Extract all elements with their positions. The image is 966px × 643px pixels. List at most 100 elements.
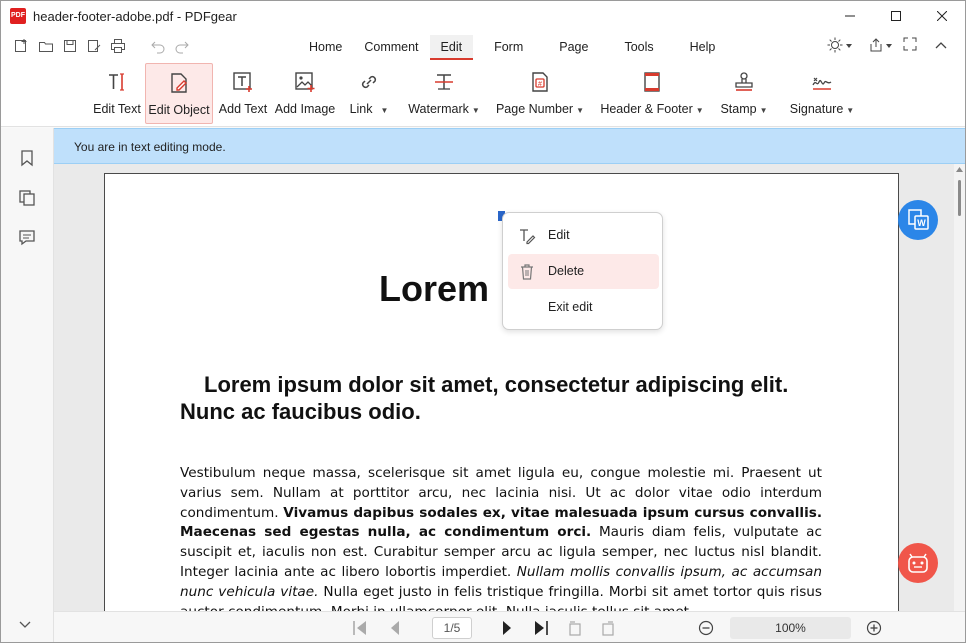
theme-chevron-icon[interactable] (846, 44, 852, 48)
page-number-label: Page Number (495, 102, 574, 116)
context-exit-edit-item[interactable]: Exit edit (508, 290, 659, 325)
tab-help[interactable]: Help (679, 35, 727, 60)
watermark-dropdown-icon: ▼ (471, 106, 480, 115)
signature-label-wrap: Signature ▼ (790, 102, 854, 116)
document-heading[interactable]: Lorem ipsum dolor sit amet, consectetur … (180, 371, 820, 425)
rotate-left-icon[interactable] (566, 619, 584, 637)
comments-icon[interactable] (18, 229, 36, 247)
page-number-icon: # (532, 72, 548, 92)
watermark-icon (435, 74, 453, 90)
document-heading-text: Lorem ipsum dolor sit amet, consectetur … (180, 372, 789, 424)
add-text-button[interactable]: Add Text (217, 63, 269, 124)
object-context-menu: Edit Delete Exit edit (502, 212, 663, 330)
link-label: Link (349, 102, 373, 116)
menu-tabs: Home Comment Edit Form Page Tools Help (298, 35, 726, 60)
maximize-button[interactable] (873, 1, 919, 31)
share-chevron-icon[interactable] (886, 44, 892, 48)
rotate-right-icon[interactable] (599, 619, 617, 637)
stamp-icon (735, 72, 753, 91)
svg-text:#: # (538, 81, 542, 88)
header-footer-button[interactable]: Header & Footer ▼ (598, 63, 706, 124)
robot-icon (908, 553, 928, 573)
first-page-icon[interactable] (351, 619, 369, 637)
convert-word-icon: W (908, 209, 929, 230)
document-body[interactable]: Vestibulum neque massa, scelerisque sit … (180, 464, 822, 611)
context-delete-item[interactable]: Delete (508, 254, 659, 289)
stamp-dropdown-icon: ▼ (759, 106, 768, 115)
page-number-button[interactable]: # Page Number ▼ (495, 63, 585, 124)
scroll-up-icon[interactable] (956, 167, 963, 172)
minimize-icon (845, 15, 855, 17)
app-logo-icon: PDF (10, 8, 26, 24)
bookmark-icon[interactable] (18, 149, 36, 167)
context-edit-item[interactable]: Edit (508, 218, 659, 253)
convert-to-word-button[interactable]: W (898, 200, 938, 240)
watermark-label: Watermark (408, 102, 469, 116)
stamp-label: Stamp (720, 102, 757, 116)
edit-object-button[interactable]: Edit Object (145, 63, 213, 124)
stamp-label-wrap: Stamp ▼ (720, 102, 767, 116)
theme-icon[interactable] (827, 37, 843, 53)
document-title[interactable]: Lorem (379, 268, 489, 310)
collapse-ribbon-icon[interactable] (935, 41, 947, 49)
zoom-out-icon[interactable] (697, 619, 715, 637)
watermark-button[interactable]: Watermark ▼ (406, 63, 482, 124)
link-button[interactable]: Link ▼ (347, 63, 391, 124)
save-icon[interactable] (62, 38, 78, 54)
header-footer-label-wrap: Header & Footer ▼ (600, 102, 703, 116)
title-bar: PDF header-footer-adobe.pdf - PDFgear (1, 1, 965, 31)
tab-tools[interactable]: Tools (613, 35, 664, 60)
tab-page[interactable]: Page (548, 35, 599, 60)
new-file-icon[interactable] (13, 38, 29, 54)
add-image-icon (295, 72, 315, 92)
fullscreen-icon[interactable] (903, 37, 917, 51)
zoom-level[interactable]: 100% (730, 617, 851, 639)
signature-icon (812, 77, 832, 90)
app-window: PDF header-footer-adobe.pdf - PDFgear Ho… (0, 0, 966, 643)
minimize-button[interactable] (827, 1, 873, 31)
tab-comment[interactable]: Comment (353, 35, 429, 60)
menu-bar: Home Comment Edit Form Page Tools Help (1, 31, 965, 61)
tab-form[interactable]: Form (483, 35, 534, 60)
context-edit-label: Edit (548, 228, 570, 242)
sidebar-expand-icon[interactable] (18, 617, 32, 631)
link-icon (361, 75, 377, 89)
stamp-button[interactable]: Stamp ▼ (719, 63, 769, 124)
edit-mode-message: You are in text editing mode. (74, 140, 226, 154)
tab-home[interactable]: Home (298, 35, 353, 60)
zoom-in-icon[interactable] (865, 619, 883, 637)
signature-button[interactable]: Signature ▼ (787, 63, 857, 124)
print-icon[interactable] (110, 38, 126, 54)
share-icon[interactable] (868, 37, 884, 53)
undo-icon[interactable] (150, 38, 166, 54)
open-folder-icon[interactable] (38, 38, 54, 54)
header-footer-icon (644, 72, 660, 92)
page-number-label-wrap: Page Number ▼ (496, 102, 584, 116)
context-exit-edit-label: Exit edit (548, 300, 593, 314)
window-title: header-footer-adobe.pdf - PDFgear (33, 9, 237, 24)
ai-assistant-button[interactable] (898, 543, 938, 583)
edit-pen-icon (520, 229, 536, 245)
edit-object-icon (171, 73, 187, 93)
signature-label: Signature (789, 102, 844, 116)
header-footer-dropdown-icon: ▼ (695, 106, 704, 115)
vertical-scrollbar[interactable] (954, 164, 965, 611)
next-page-icon[interactable] (498, 619, 516, 637)
edit-text-label: Edit Text (93, 102, 141, 116)
last-page-icon[interactable] (532, 619, 550, 637)
scrollbar-thumb[interactable] (958, 180, 961, 216)
tab-edit[interactable]: Edit (429, 35, 474, 60)
save-as-icon[interactable] (86, 38, 102, 54)
thumbnails-icon[interactable] (18, 189, 36, 207)
add-image-label: Add Image (274, 102, 336, 116)
redo-icon[interactable] (174, 38, 190, 54)
close-button[interactable] (919, 1, 965, 31)
previous-page-icon[interactable] (386, 619, 404, 637)
maximize-icon (891, 11, 901, 21)
edit-text-button[interactable]: Edit Text (91, 63, 143, 124)
add-image-button[interactable]: Add Image (273, 63, 337, 124)
add-text-icon (233, 72, 252, 92)
context-delete-label: Delete (548, 264, 585, 278)
page-number-input[interactable]: 1/5 (432, 617, 472, 639)
link-label-wrap: Link ▼ (350, 102, 389, 116)
